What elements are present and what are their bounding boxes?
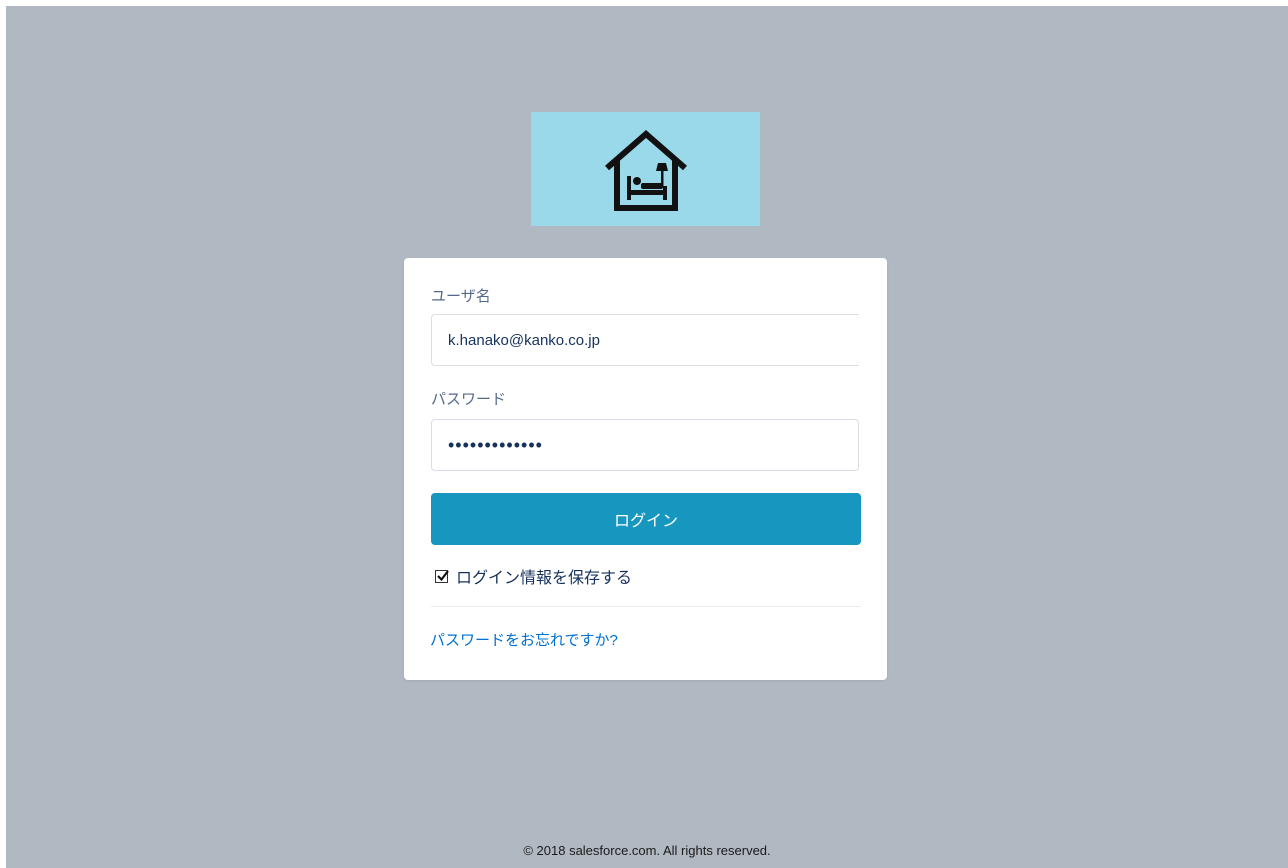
username-input[interactable] — [431, 314, 859, 366]
house-bed-icon — [604, 130, 687, 211]
login-button[interactable]: ログイン — [431, 493, 861, 545]
password-input[interactable] — [431, 419, 859, 471]
login-page: ユーザ名 パスワード ログイン ログイン情報を保存する パスワードをお忘れですか… — [6, 6, 1288, 868]
forgot-password-link[interactable]: パスワードをお忘れですか? — [430, 629, 618, 650]
remember-me-checkbox[interactable] — [435, 569, 449, 583]
login-card: ユーザ名 パスワード ログイン ログイン情報を保存する パスワードをお忘れですか… — [404, 258, 887, 680]
password-label: パスワード — [431, 391, 507, 408]
remember-me-label: ログイン情報を保存する — [456, 570, 633, 587]
brand-logo — [531, 112, 760, 226]
copyright-footer: © 2018 salesforce.com. All rights reserv… — [523, 843, 771, 858]
remember-me-row[interactable]: ログイン情報を保存する — [435, 564, 632, 588]
username-label: ユーザ名 — [431, 288, 491, 305]
checkmark-icon — [437, 569, 449, 581]
divider — [431, 606, 861, 607]
